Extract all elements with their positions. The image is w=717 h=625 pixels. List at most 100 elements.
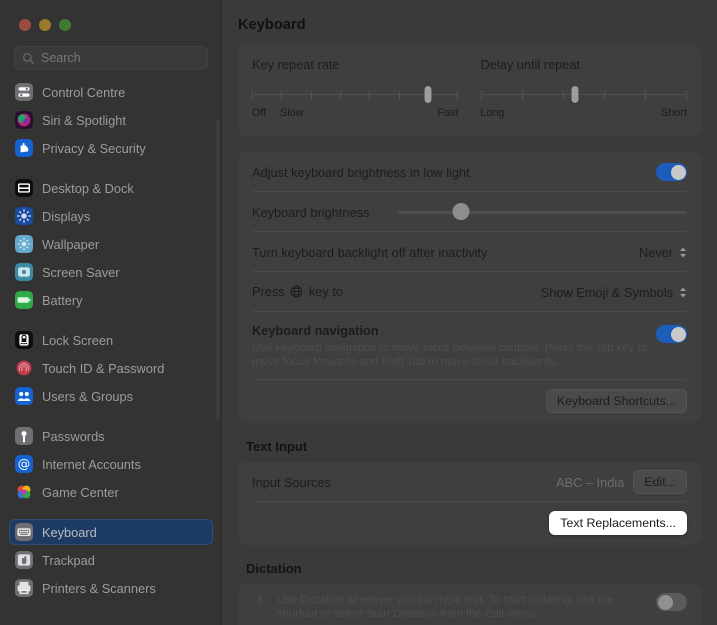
adjust-brightness-toggle[interactable] — [656, 163, 687, 181]
chevron-updown-icon — [679, 287, 687, 298]
globe-key-right: Show Emoji & Symbols — [541, 285, 687, 300]
sidebar-item-label: Printers & Scanners — [42, 580, 156, 596]
input-sources-label: Input Sources — [252, 474, 331, 490]
dictation-right — [656, 593, 687, 611]
key-repeat-max-label: Fast — [437, 107, 459, 119]
slider-ticks — [480, 91, 688, 104]
slider-thumb[interactable] — [424, 86, 432, 103]
chevron-updown-icon — [679, 247, 687, 258]
sidebar-item-label: Users & Groups — [42, 388, 134, 404]
sidebar-item-touch-id-password[interactable]: Touch ID & Password — [9, 355, 213, 381]
sidebar-item-label: Passwords — [42, 428, 105, 444]
keyboard-navigation-label: Keyboard navigation — [252, 323, 379, 338]
sidebar-item-passwords[interactable]: Passwords — [9, 423, 213, 449]
globe-key-popup[interactable]: Show Emoji & Symbols — [541, 285, 687, 300]
dictation-heading: Dictation — [246, 561, 302, 576]
sidebar: Search Control Centre Siri & Spotlight Pri… — [0, 0, 222, 625]
slider-tick — [562, 91, 564, 100]
sidebar-item-label: Game Center — [42, 484, 119, 500]
delay-max-label: Short — [661, 107, 687, 119]
dictation-card: Use Dictation wherever you can type text… — [238, 584, 701, 625]
touch-id-icon — [15, 359, 33, 377]
page-title: Keyboard — [238, 17, 306, 33]
slider-tick — [685, 91, 687, 100]
sidebar-item-keyboard[interactable]: Keyboard — [9, 519, 213, 545]
keyboard-navigation-toggle[interactable] — [656, 325, 687, 343]
delay-until-repeat-label: Delay until repeat — [480, 57, 581, 72]
microphone-icon — [252, 593, 268, 610]
delay-legend: Long Short — [481, 107, 688, 121]
dictation-row: Use Dictation wherever you can type text… — [252, 584, 687, 625]
text-replacements-button[interactable]: Text Replacements... — [549, 511, 687, 535]
globe-key-label-before: Press — [252, 283, 285, 299]
repeat-settings-card: Key repeat rate Off Slow Fast Delay unti… — [238, 44, 701, 136]
close-button[interactable] — [19, 19, 31, 31]
delay-until-repeat-slider[interactable] — [480, 86, 688, 104]
delay-min-label: Long — [480, 107, 505, 119]
sidebar-item-lock-screen[interactable]: Lock Screen — [9, 327, 213, 353]
text-input-heading: Text Input — [246, 439, 308, 454]
globe-key-label: Press key to — [252, 284, 343, 301]
slider-tick — [369, 91, 371, 100]
sidebar-item-label: Screen Saver — [42, 264, 120, 280]
slider-tick — [521, 91, 523, 100]
slider-thumb[interactable] — [571, 86, 579, 103]
key-repeat-slow-label: Slow — [280, 107, 304, 119]
backlight-off-label: Turn keyboard backlight off after inacti… — [252, 244, 488, 260]
sidebar-item-printers-scanners[interactable]: Printers & Scanners — [9, 575, 213, 601]
sidebar-item-displays[interactable]: Displays — [9, 203, 213, 229]
input-sources-edit-button[interactable]: Edit... — [633, 470, 687, 494]
sidebar-item-siri-spotlight[interactable]: Siri & Spotlight — [9, 107, 213, 133]
sidebar-item-desktop-dock[interactable]: Desktop & Dock — [9, 175, 213, 201]
sidebar-scrollbar[interactable] — [216, 120, 220, 420]
key-repeat-rate-group: Key repeat rate Off Slow Fast — [252, 57, 459, 121]
privacy-security-icon — [15, 139, 33, 157]
brightness-knob[interactable] — [452, 203, 470, 220]
sidebar-item-label: Battery — [42, 292, 83, 308]
sidebar-item-internet-accounts[interactable]: @ Internet Accounts — [9, 451, 213, 477]
keyboard-brightness-slider[interactable] — [397, 203, 687, 221]
sidebar-item-label: Trackpad — [42, 552, 95, 568]
svg-text:@: @ — [18, 456, 31, 471]
search-container: Search — [0, 31, 222, 70]
sidebar-item-game-center[interactable]: Game Center — [9, 479, 213, 505]
key-repeat-legend: Off Slow Fast — [252, 107, 459, 121]
key-repeat-min-label: Off — [252, 107, 267, 119]
sidebar-item-privacy-security[interactable]: Privacy & Security — [9, 135, 213, 161]
slider-tick — [340, 91, 342, 100]
sidebar-item-battery[interactable]: Battery — [9, 287, 213, 313]
sidebar-item-label: Keyboard — [42, 524, 97, 540]
sidebar-item-trackpad[interactable]: Trackpad — [9, 547, 213, 573]
content-pane: Keyboard Key repeat rate Off Slow Fast D… — [222, 0, 717, 625]
users-groups-icon — [15, 387, 33, 405]
sidebar-item-label: Internet Accounts — [42, 456, 141, 472]
text-replacements-row: Text Replacements... — [252, 502, 687, 545]
sidebar-item-label: Wallpaper — [42, 236, 100, 252]
globe-key-value: Show Emoji & Symbols — [540, 284, 673, 300]
backlight-off-popup[interactable]: Never — [639, 245, 687, 260]
sidebar-item-wallpaper[interactable]: Wallpaper — [9, 231, 213, 257]
search-placeholder: Search — [41, 51, 81, 65]
keyboard-shortcuts-button[interactable]: Keyboard Shortcuts... — [545, 389, 687, 413]
sidebar-item-screen-saver[interactable]: Screen Saver — [9, 259, 213, 285]
keyboard-navigation-block: Keyboard navigation Use keyboard navigat… — [252, 312, 687, 380]
input-sources-right: ABC – India Edit... — [556, 470, 687, 494]
key-repeat-rate-slider[interactable] — [252, 86, 459, 103]
trackpad-icon — [15, 551, 33, 569]
system-settings-window: Search Control Centre Siri & Spotlight Pri… — [0, 0, 717, 625]
sidebar-item-users-groups[interactable]: Users & Groups — [9, 383, 213, 409]
dictation-description: Use Dictation wherever you can type text… — [277, 594, 614, 620]
zoom-button[interactable] — [59, 19, 71, 31]
search-input[interactable]: Search — [14, 46, 208, 70]
slider-tick — [281, 91, 283, 100]
displays-icon — [15, 207, 33, 225]
brightness-track — [397, 211, 687, 214]
sidebar-item-control-centre[interactable]: Control Centre — [9, 79, 213, 105]
keyboard-navigation-description: Use keyboard navigation to move focus be… — [252, 342, 647, 368]
minimize-button[interactable] — [39, 19, 51, 31]
dictation-toggle[interactable] — [656, 593, 687, 611]
slider-tick — [310, 91, 312, 100]
slider-tick — [252, 91, 253, 100]
globe-key-row: Press key to Show Emoji & Symbols — [252, 272, 687, 312]
